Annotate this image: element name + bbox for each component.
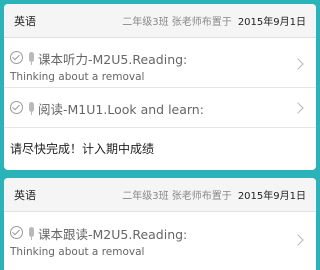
task-item[interactable]: 课本听力-M2U5.Reading: Thinking about a remo… <box>4 38 316 88</box>
task-title: 阅读-M1U1.Look and learn: <box>38 102 204 117</box>
check-circle-icon <box>10 51 23 64</box>
card-header: 英语 二年级3班 张老师布置于 2015年9月1日 <box>4 4 316 38</box>
homework-card: 英语 二年级3班 张老师布置于 2015年9月1日 课本听力-M2U5.Read… <box>4 4 316 170</box>
chevron-right-icon <box>292 234 304 246</box>
task-item[interactable]: 课本跟读-M2U5.Reading: Thinking about a remo… <box>4 212 316 264</box>
check-circle-icon <box>10 101 23 114</box>
check-circle-icon <box>10 226 23 239</box>
subject-label: 英语 <box>14 188 36 202</box>
card-header: 英语 二年级3班 张老师布置于 2015年9月1日 <box>4 178 316 212</box>
assigned-date: 2015年9月1日 <box>237 191 306 202</box>
teacher-note: 请尽快完成！计入期中成绩 <box>10 142 155 156</box>
microphone-icon <box>29 52 34 65</box>
task-subtitle: Thinking about a removal <box>10 71 145 83</box>
task-title: 课本跟读-M2U5.Reading: <box>38 227 188 242</box>
task-subtitle: Thinking about a removal <box>10 246 145 258</box>
chevron-right-icon <box>292 58 304 70</box>
assigned-date: 2015年9月1日 <box>237 17 306 28</box>
task-item[interactable]: 阅读-M1U1.Look and learn: <box>4 88 316 128</box>
microphone-icon <box>29 227 34 240</box>
homework-card: 英语 二年级3班 张老师布置于 2015年9月1日 课本跟读-M2U5.Read… <box>4 178 316 270</box>
task-title: 课本听力-M2U5.Reading: <box>38 52 188 67</box>
microphone-icon <box>29 102 34 115</box>
assigned-by-text: 二年级3班 张老师布置于 <box>122 17 232 28</box>
subject-label: 英语 <box>14 14 36 28</box>
chevron-right-icon <box>292 102 304 114</box>
assigned-by-text: 二年级3班 张老师布置于 <box>122 191 232 202</box>
homework-list: 英语 二年级3班 张老师布置于 2015年9月1日 课本听力-M2U5.Read… <box>0 0 320 270</box>
